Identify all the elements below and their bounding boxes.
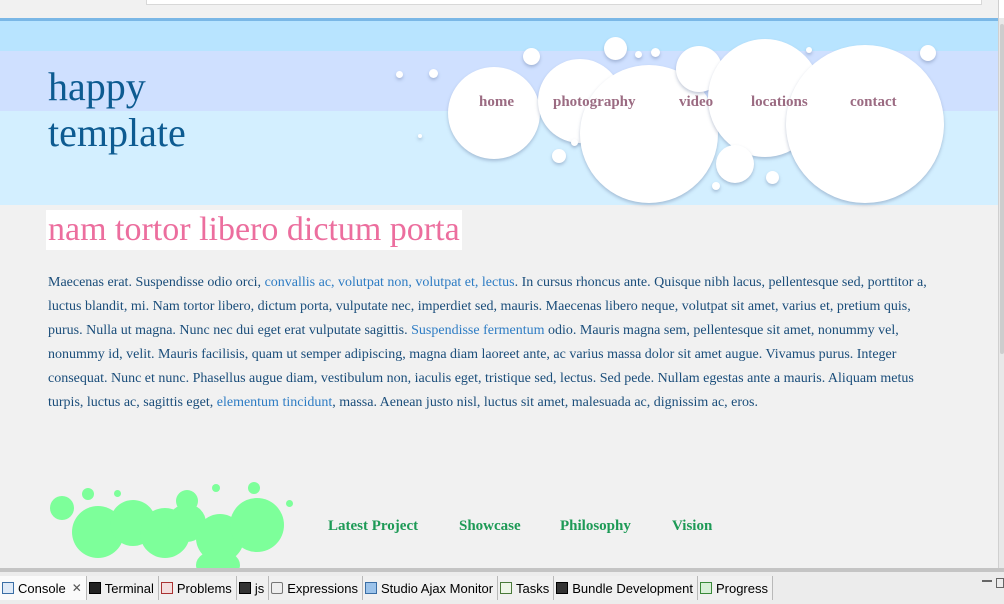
address-bar[interactable] — [146, 0, 982, 5]
expressions-icon — [271, 582, 284, 594]
ajax-monitor-icon — [365, 582, 378, 594]
footer-nav-vision[interactable]: Vision — [672, 518, 712, 535]
ide-bottom-panel: Console ✕ Terminal Problems js Expressio… — [0, 568, 1004, 604]
paragraph-link[interactable]: Suspendisse fermentum — [411, 323, 544, 338]
green-bubble — [176, 490, 198, 512]
green-bubble — [82, 488, 94, 500]
header-bubble — [786, 45, 944, 203]
tab-label: Progress — [715, 580, 768, 596]
tab-js[interactable]: js — [236, 576, 270, 600]
tab-tasks[interactable]: Tasks — [498, 576, 555, 600]
header-bubble-small — [806, 47, 812, 53]
nav-photography[interactable]: photography — [553, 94, 636, 111]
terminal-icon — [88, 582, 101, 594]
site-header: happy template home photography video lo… — [0, 18, 998, 205]
problems-icon — [160, 582, 173, 594]
header-bubble-small — [651, 48, 660, 57]
tab-label: Console — [18, 580, 66, 596]
nav-locations[interactable]: locations — [751, 94, 808, 111]
green-bubble — [212, 484, 220, 492]
logo-line-2: template — [48, 110, 186, 155]
tab-bundle-development[interactable]: Bundle Development — [554, 576, 698, 600]
js-icon — [238, 582, 251, 594]
header-bubble-small — [396, 71, 403, 78]
tab-label: Bundle Development — [572, 580, 693, 596]
browser-top-chrome — [0, 0, 1004, 18]
green-bubble — [286, 500, 293, 507]
site-logo[interactable]: happy template — [48, 64, 186, 156]
header-bubble-small — [429, 69, 438, 78]
footer-nav-showcase[interactable]: Showcase — [459, 518, 521, 535]
nav-contact[interactable]: contact — [850, 94, 897, 111]
green-bubble — [114, 490, 121, 497]
header-bubble-small — [604, 37, 627, 60]
nav-video[interactable]: video — [679, 94, 713, 111]
nav-home[interactable]: home — [479, 94, 514, 111]
header-bubble-small — [418, 134, 422, 138]
tasks-icon — [500, 582, 513, 594]
tab-label: js — [254, 580, 265, 596]
header-bubble-small — [635, 51, 642, 58]
header-bubble-small — [712, 182, 720, 190]
paragraph-link[interactable]: elementum tincidunt — [217, 395, 332, 410]
header-bubble-small — [766, 171, 779, 184]
footer-nav-latest-project[interactable]: Latest Project — [328, 518, 418, 535]
scrollbar-thumb[interactable] — [1000, 24, 1004, 354]
progress-icon — [699, 582, 712, 594]
logo-line-1: happy — [48, 64, 146, 109]
paragraph-link[interactable]: convallis ac, volutpat non, volutpat et,… — [265, 275, 515, 290]
header-bubble-small — [523, 48, 540, 65]
tab-terminal[interactable]: Terminal — [86, 576, 159, 600]
tab-label: Terminal — [104, 580, 154, 596]
header-bubble-small — [571, 139, 578, 146]
header-bubble — [448, 67, 540, 159]
minimize-view-icon[interactable] — [982, 580, 992, 582]
tab-console[interactable]: Console ✕ — [0, 576, 87, 600]
window-edge — [998, 0, 1004, 18]
tab-progress[interactable]: Progress — [697, 576, 773, 600]
content-paragraph: Maecenas erat. Suspendisse odio orci, co… — [48, 271, 948, 415]
green-bubble — [248, 482, 260, 494]
tab-expressions[interactable]: Expressions — [269, 576, 364, 600]
header-bubble-small — [552, 149, 566, 163]
header-bubble — [716, 145, 754, 183]
footer-nav-philosophy[interactable]: Philosophy — [560, 518, 631, 535]
tab-label: Tasks — [516, 580, 550, 596]
paragraph-text: , massa. Aenean justo nisl, luctus sit a… — [332, 395, 758, 410]
green-bubble — [50, 496, 74, 520]
tab-label: Expressions — [287, 580, 359, 596]
bundle-icon — [556, 582, 569, 594]
green-bubble — [230, 498, 284, 552]
tab-problems[interactable]: Problems — [158, 576, 237, 600]
tab-studio-ajax-monitor[interactable]: Studio Ajax Monitor — [363, 576, 499, 600]
browser-viewport: happy template home photography video lo… — [0, 18, 998, 568]
vertical-scrollbar[interactable] — [998, 18, 1004, 568]
console-icon — [2, 582, 14, 594]
paragraph-text: Maecenas erat. Suspendisse odio orci, — [48, 275, 265, 290]
ide-tab-strip: Console ✕ Terminal Problems js Expressio… — [0, 576, 773, 600]
close-icon[interactable]: ✕ — [72, 581, 82, 595]
tab-label: Problems — [176, 580, 232, 596]
content-title: nam tortor libero dictum porta — [46, 210, 462, 250]
tab-label: Studio Ajax Monitor — [381, 580, 494, 596]
maximize-view-icon[interactable] — [996, 578, 1004, 588]
header-bubble-small — [920, 45, 936, 61]
